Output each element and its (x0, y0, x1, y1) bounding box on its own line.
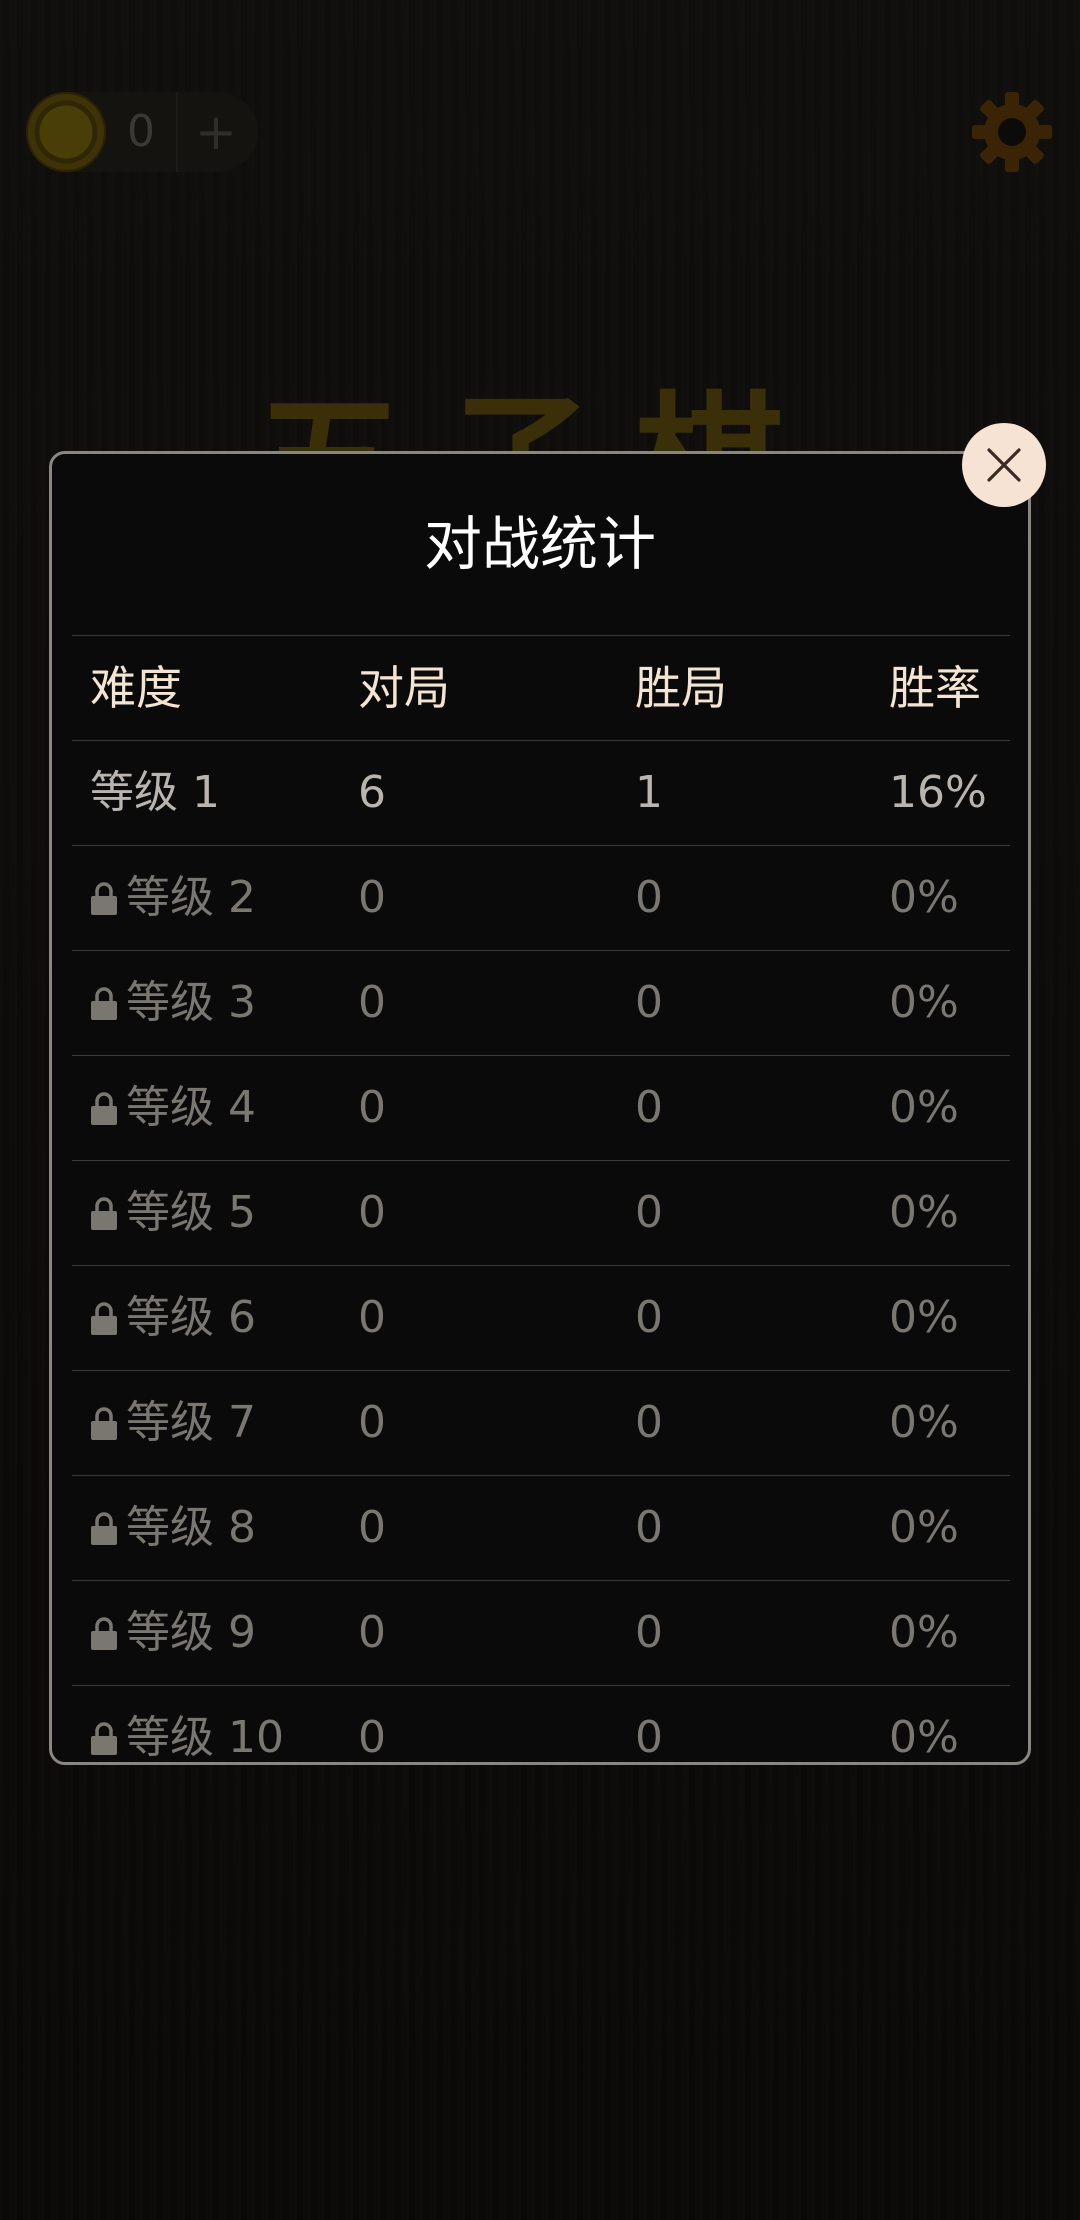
games-won: 0 (635, 1292, 663, 1343)
level-cell: 等级 9 (90, 1581, 256, 1685)
level-cell: 等级 2 (90, 846, 256, 950)
close-button[interactable] (962, 423, 1046, 507)
level-cell: 等级 7 (90, 1371, 256, 1475)
games-won: 1 (635, 767, 663, 818)
win-rate: 0% (889, 1397, 959, 1448)
win-rate: 0% (889, 1187, 959, 1238)
lock-icon (91, 987, 117, 1020)
games-played: 0 (358, 1292, 386, 1343)
level-label: 等级 10 (126, 1712, 284, 1763)
win-rate: 0% (889, 1292, 959, 1343)
stats-modal: 对战统计 难度 对局 胜局 胜率 等级 1 6 1 16% 等级 2 0 0 0… (49, 451, 1031, 1765)
win-rate: 0% (889, 1082, 959, 1133)
table-row: 等级 3 0 0 0% (72, 950, 1010, 1055)
win-rate: 0% (889, 1607, 959, 1658)
lock-icon (91, 882, 117, 915)
stats-table: 难度 对局 胜局 胜率 等级 1 6 1 16% 等级 2 0 0 0% 等级 … (72, 635, 1010, 1790)
table-row: 等级 9 0 0 0% (72, 1580, 1010, 1685)
coin-icon (26, 92, 106, 172)
lock-icon (91, 1302, 117, 1335)
level-cell: 等级 10 (90, 1686, 284, 1790)
games-won: 0 (635, 1397, 663, 1448)
coin-balance-widget: 0 + (26, 92, 258, 172)
level-label: 等级 6 (126, 1292, 256, 1343)
lock-icon (91, 1512, 117, 1545)
level-label: 等级 8 (126, 1502, 256, 1553)
games-won: 0 (635, 1502, 663, 1553)
level-cell: 等级 6 (90, 1266, 256, 1370)
table-row: 等级 2 0 0 0% (72, 845, 1010, 950)
table-row: 等级 6 0 0 0% (72, 1265, 1010, 1370)
games-won: 0 (635, 1082, 663, 1133)
games-played: 0 (358, 872, 386, 923)
table-row: 等级 8 0 0 0% (72, 1475, 1010, 1580)
games-played: 0 (358, 1187, 386, 1238)
games-played: 0 (358, 1607, 386, 1658)
win-rate: 0% (889, 977, 959, 1028)
close-icon (987, 448, 1021, 482)
table-row: 等级 10 0 0 0% (72, 1685, 1010, 1790)
games-won: 0 (635, 1712, 663, 1763)
games-played: 0 (358, 1082, 386, 1133)
table-row: 等级 5 0 0 0% (72, 1160, 1010, 1265)
level-label: 等级 3 (126, 977, 256, 1028)
column-header-played: 对局 (358, 661, 450, 715)
table-row: 等级 7 0 0 0% (72, 1370, 1010, 1475)
table-row: 等级 4 0 0 0% (72, 1055, 1010, 1160)
lock-icon (91, 1722, 117, 1755)
level-cell: 等级 5 (90, 1161, 256, 1265)
lock-icon (91, 1407, 117, 1440)
games-won: 0 (635, 977, 663, 1028)
level-cell: 等级 8 (90, 1476, 256, 1580)
lock-icon (91, 1617, 117, 1650)
games-won: 0 (635, 872, 663, 923)
games-played: 0 (358, 977, 386, 1028)
table-row: 等级 1 6 1 16% (72, 740, 1010, 845)
level-label: 等级 7 (126, 1397, 256, 1448)
level-label: 等级 9 (126, 1607, 256, 1658)
games-played: 0 (358, 1712, 386, 1763)
games-played: 6 (358, 767, 386, 818)
level-cell: 等级 3 (90, 951, 256, 1055)
level-label: 等级 5 (126, 1187, 256, 1238)
modal-title: 对战统计 (423, 510, 656, 578)
column-header-won: 胜局 (635, 661, 727, 715)
add-coins-button: + (195, 103, 237, 161)
coin-count: 0 (127, 106, 155, 157)
win-rate: 0% (889, 1712, 959, 1763)
lock-icon (91, 1197, 117, 1230)
level-cell: 等级 4 (90, 1056, 256, 1160)
level-label: 等级 4 (126, 1082, 256, 1133)
lock-icon (91, 1092, 117, 1125)
table-header: 难度 对局 胜局 胜率 (72, 635, 1010, 740)
games-played: 0 (358, 1397, 386, 1448)
level-label: 等级 1 (90, 767, 220, 818)
column-header-win-rate: 胜率 (889, 661, 981, 715)
win-rate: 0% (889, 1502, 959, 1553)
games-won: 0 (635, 1187, 663, 1238)
column-header-difficulty: 难度 (90, 661, 182, 715)
gear-icon (972, 92, 1052, 172)
games-won: 0 (635, 1607, 663, 1658)
screen: 0 + 五子棋 对战统计 难度 对局 胜局 胜率 (0, 0, 1080, 2220)
games-played: 0 (358, 1502, 386, 1553)
level-label: 等级 2 (126, 872, 256, 923)
win-rate: 16% (889, 767, 987, 818)
win-rate: 0% (889, 872, 959, 923)
